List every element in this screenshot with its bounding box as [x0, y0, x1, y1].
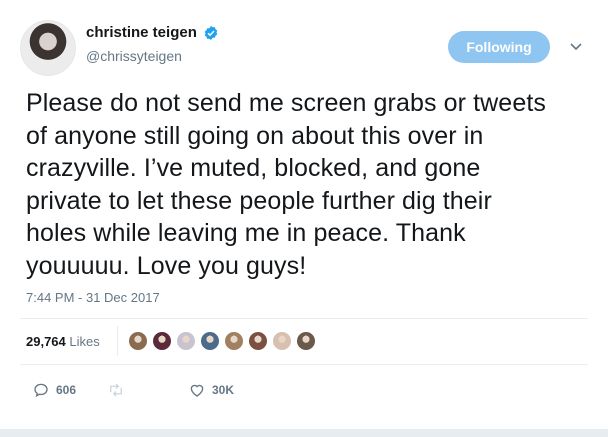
liker-avatar[interactable] — [152, 331, 172, 351]
tweet-line: youuuuu. Love you guys! — [26, 251, 307, 280]
liker-avatar[interactable] — [296, 331, 316, 351]
liker-avatar[interactable] — [272, 331, 292, 351]
author-name[interactable]: christine teigen — [86, 24, 197, 41]
reply-count: 606 — [56, 383, 77, 397]
reply-button[interactable]: 606 — [32, 381, 76, 399]
author-avatar[interactable] — [20, 20, 76, 76]
verified-badge-icon — [204, 25, 218, 40]
stats-divider-top — [20, 318, 588, 319]
tweet-line: holes while leaving me in peace. Thank — [26, 219, 466, 247]
liker-avatars — [128, 331, 320, 351]
tweet-line: of anyone still going on about this over… — [26, 121, 484, 150]
tweet-line: Please do not send me screen grabs or tw… — [26, 89, 546, 117]
likes-count: 29,764 — [26, 334, 66, 349]
tweet-timestamp[interactable]: 7:44 PM - 31 Dec 2017 — [26, 290, 160, 305]
tweet-line: crazyville. I’ve muted, blocked, and gon… — [26, 154, 481, 182]
tweet-line: private to let these people further dig … — [26, 186, 492, 215]
like-count: 30K — [212, 383, 235, 397]
heart-icon — [190, 384, 204, 397]
likes-stat[interactable]: 29,764 Likes — [26, 334, 100, 349]
author-handle[interactable]: @chrissyteigen — [86, 48, 182, 64]
author-name-row[interactable]: christine teigen — [86, 24, 219, 41]
stats-divider-bottom — [20, 364, 588, 365]
stats-separator — [117, 326, 118, 356]
tweet-text: Please do not send me screen grabs or tw… — [26, 87, 586, 282]
like-button[interactable]: 30K — [188, 381, 234, 399]
liker-avatar[interactable] — [248, 331, 268, 351]
liker-avatar[interactable] — [176, 331, 196, 351]
retweet-button[interactable] — [106, 381, 132, 399]
following-button[interactable]: Following — [448, 31, 550, 63]
retweet-icon — [110, 383, 122, 397]
reply-icon — [34, 383, 48, 398]
liker-avatar[interactable] — [224, 331, 244, 351]
chevron-down-icon[interactable] — [568, 38, 584, 54]
bottom-border — [0, 429, 608, 437]
likes-label: Likes — [69, 334, 100, 349]
liker-avatar[interactable] — [200, 331, 220, 351]
liker-avatar[interactable] — [128, 331, 148, 351]
